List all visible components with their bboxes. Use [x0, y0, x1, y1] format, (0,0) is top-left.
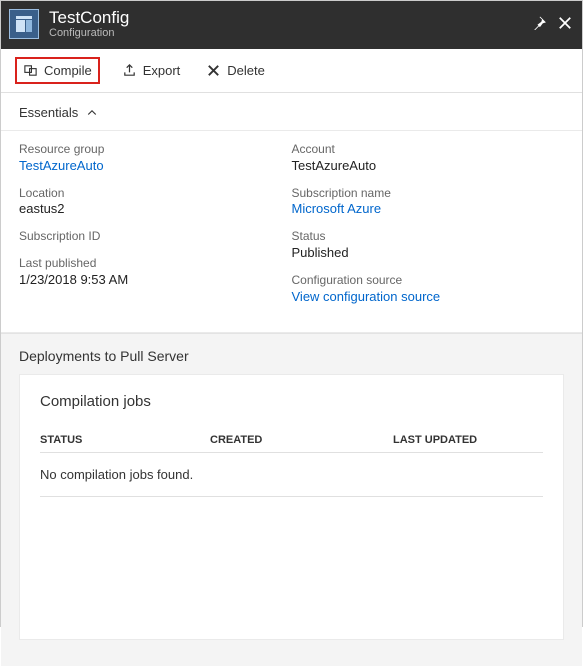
- close-icon[interactable]: [558, 16, 572, 33]
- resource-group-link[interactable]: TestAzureAuto: [19, 158, 292, 175]
- column-last-updated[interactable]: LAST UPDATED: [393, 434, 543, 446]
- last-published-label: Last published: [19, 255, 292, 272]
- delete-label: Delete: [227, 63, 265, 78]
- subscription-id-label: Subscription ID: [19, 228, 292, 245]
- table-header: STATUS CREATED LAST UPDATED: [40, 428, 543, 453]
- status-label: Status: [292, 228, 565, 245]
- table-empty-message: No compilation jobs found.: [40, 453, 543, 497]
- deployments-title: Deployments to Pull Server: [19, 348, 564, 364]
- export-button[interactable]: Export: [118, 61, 185, 80]
- configuration-icon: [9, 9, 39, 39]
- column-status[interactable]: STATUS: [40, 434, 210, 446]
- compilation-jobs-title: Compilation jobs: [40, 393, 543, 410]
- page-title: TestConfig: [49, 9, 532, 28]
- compile-button[interactable]: Compile: [15, 57, 100, 84]
- config-source-link[interactable]: View configuration source: [292, 289, 565, 306]
- deployments-section: Deployments to Pull Server Compilation j…: [1, 333, 582, 666]
- config-source-label: Configuration source: [292, 272, 565, 289]
- essentials-panel: Resource group TestAzureAuto Location ea…: [1, 131, 582, 333]
- account-label: Account: [292, 141, 565, 158]
- location-label: Location: [19, 185, 292, 202]
- page-subtitle: Configuration: [49, 27, 532, 39]
- essentials-toggle[interactable]: Essentials: [1, 93, 582, 131]
- pin-icon[interactable]: [532, 16, 546, 33]
- last-published-value: 1/23/2018 9:53 AM: [19, 272, 292, 289]
- command-bar: Compile Export Delete: [1, 49, 582, 93]
- resource-group-label: Resource group: [19, 141, 292, 158]
- blade-header: TestConfig Configuration: [1, 1, 582, 49]
- subscription-name-label: Subscription name: [292, 185, 565, 202]
- subscription-name-link[interactable]: Microsoft Azure: [292, 201, 565, 218]
- chevron-up-icon: [86, 107, 98, 119]
- compile-label: Compile: [44, 63, 92, 78]
- status-value: Published: [292, 245, 565, 262]
- delete-button[interactable]: Delete: [202, 61, 269, 80]
- compilation-jobs-panel: Compilation jobs STATUS CREATED LAST UPD…: [19, 374, 564, 640]
- export-label: Export: [143, 63, 181, 78]
- column-created[interactable]: CREATED: [210, 434, 393, 446]
- account-value: TestAzureAuto: [292, 158, 565, 175]
- location-value: eastus2: [19, 201, 292, 218]
- essentials-label: Essentials: [19, 105, 78, 120]
